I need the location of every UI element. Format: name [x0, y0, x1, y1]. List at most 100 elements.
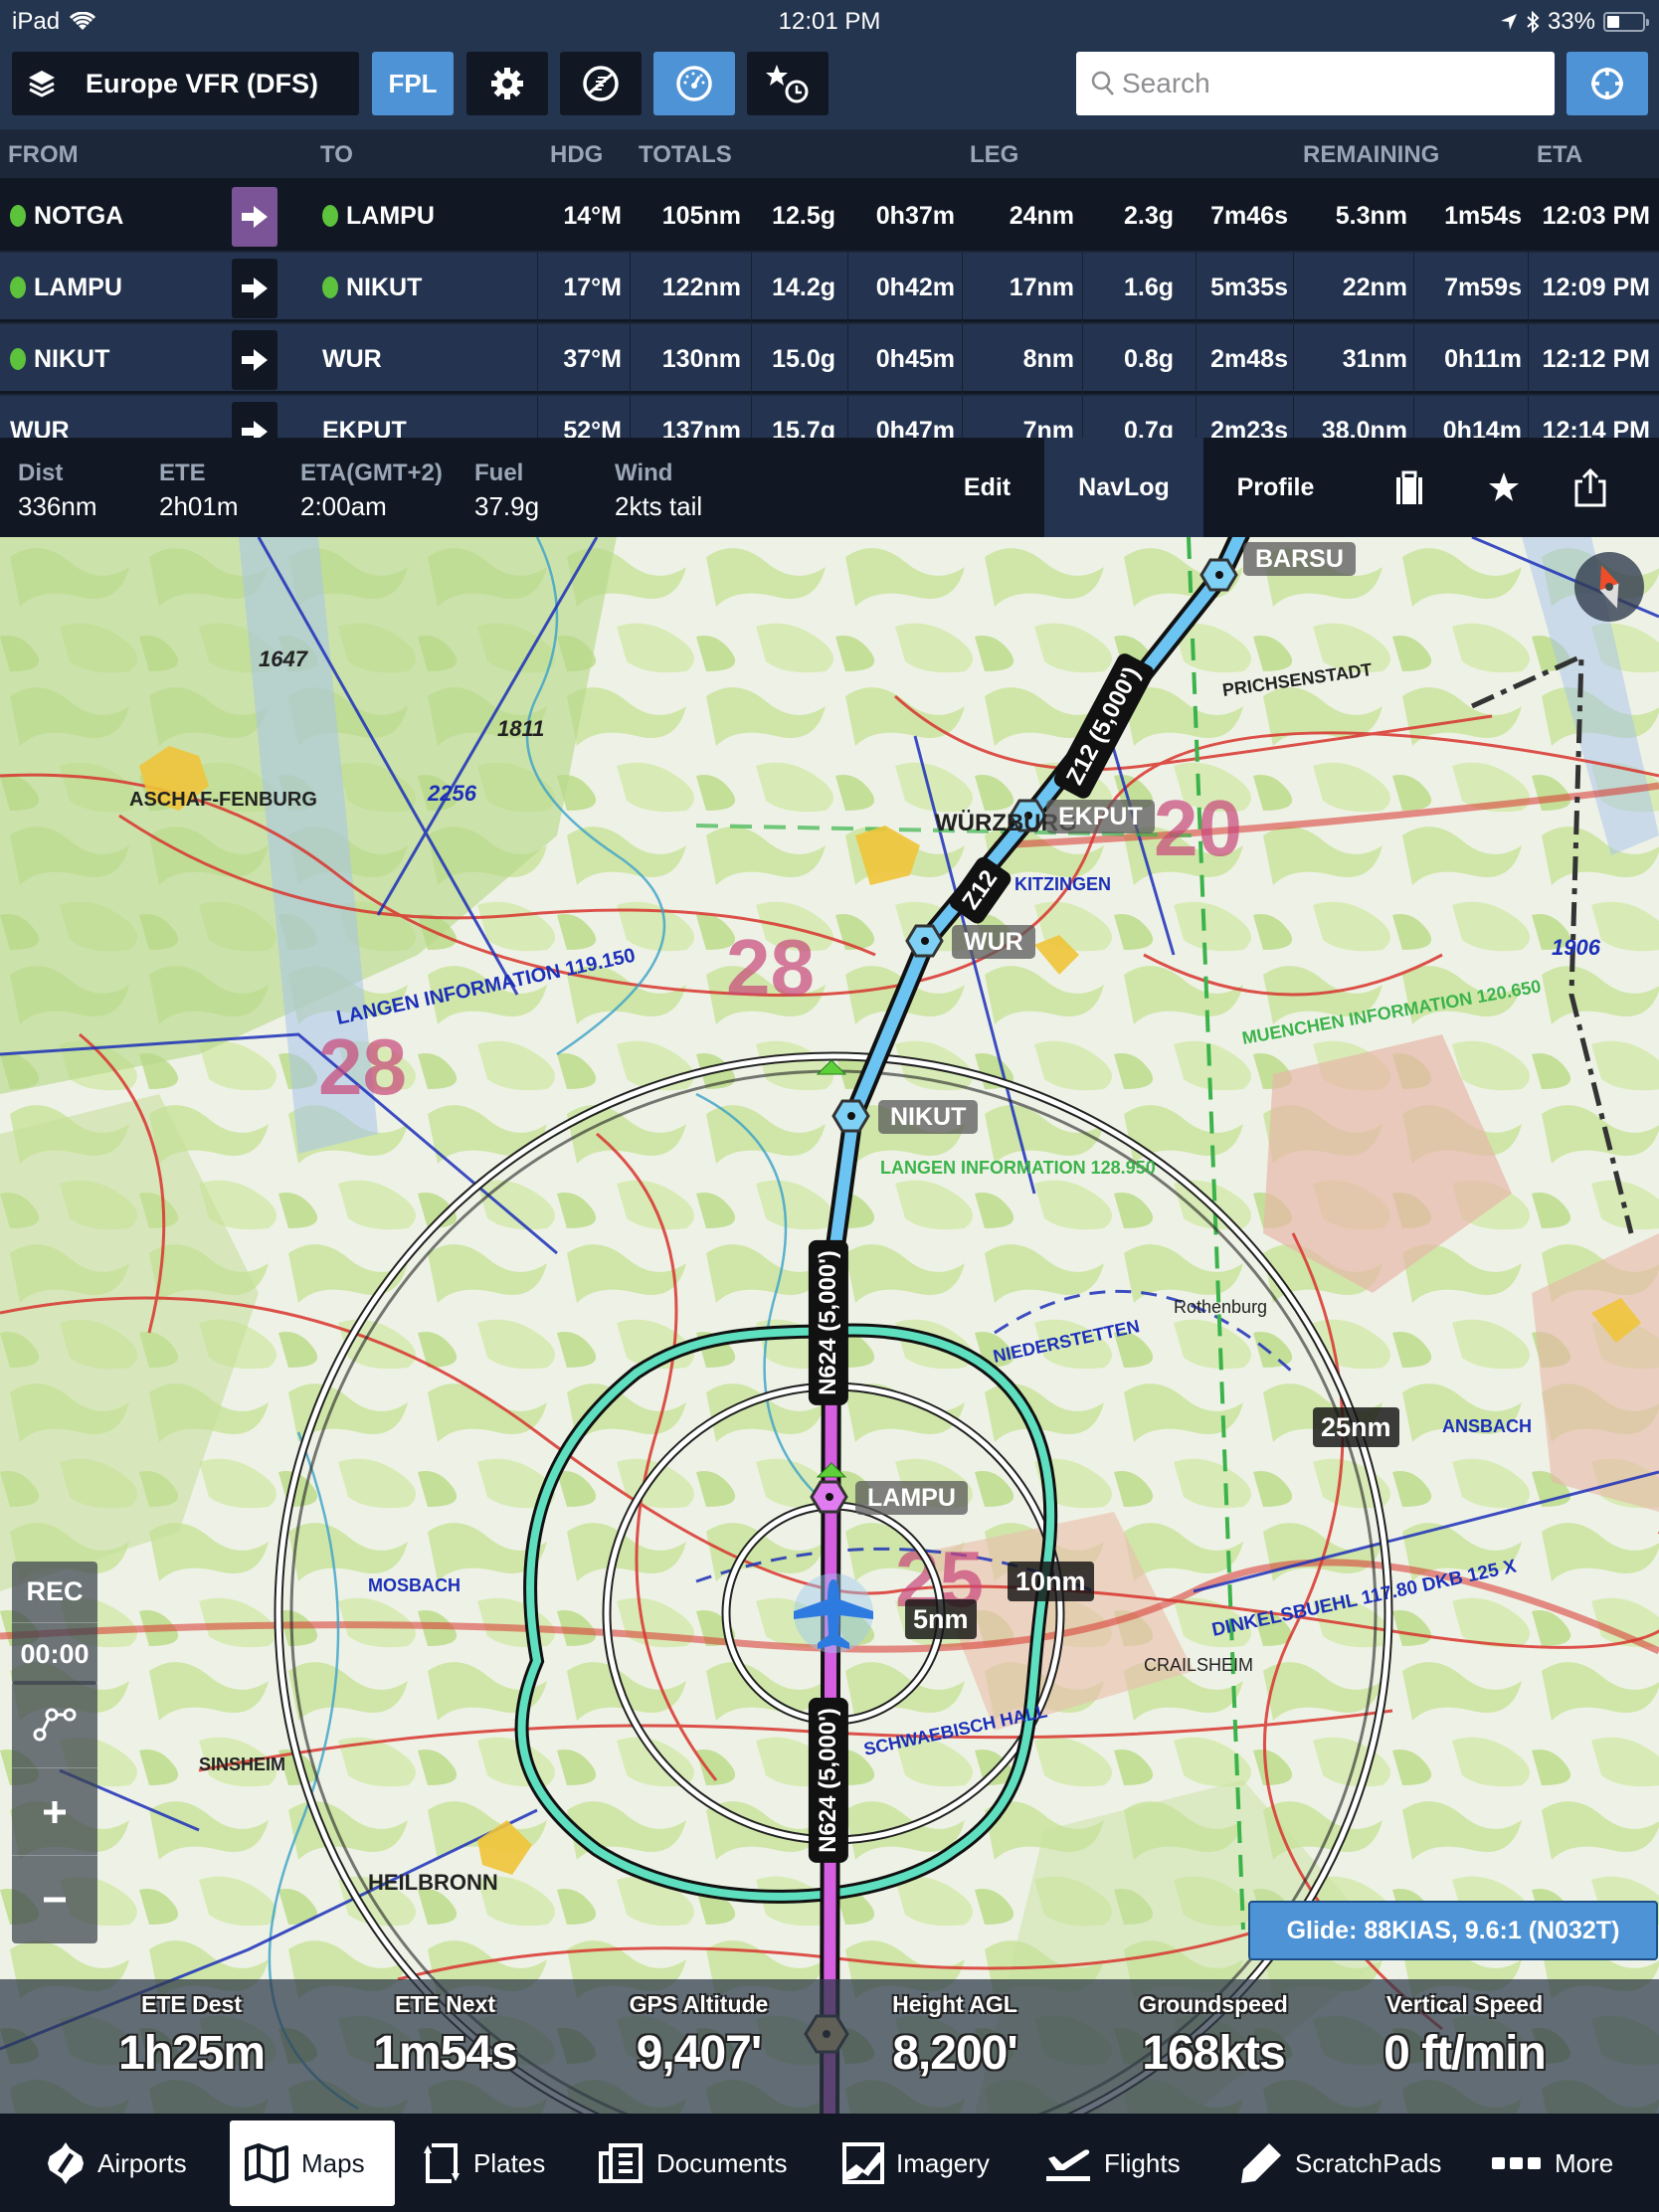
more-icon [1492, 2157, 1541, 2169]
fpl-label: FPL [388, 68, 438, 98]
search-input[interactable] [1122, 68, 1540, 99]
leg-time-cell: 2m48s [1210, 344, 1288, 373]
instrument-height-agl[interactable]: Height AGL 8,200' [835, 1991, 1074, 2081]
instruments-button[interactable] [653, 52, 735, 115]
map-layer-label: Europe VFR (DFS) [86, 68, 318, 98]
direct-to-button[interactable] [232, 330, 277, 390]
arrow-right-icon [242, 206, 268, 228]
waypoint-label-barsu: BARSU [1243, 542, 1356, 576]
leg-fuel-cell: 0.8g [1123, 344, 1174, 373]
summary-eta: ETA(GMT+2) 2:00am [300, 460, 443, 521]
battery-percent: 33% [1547, 8, 1595, 35]
flight-plan-row[interactable]: NIKUT WUR 37°M 130nm 15.0g 0h45m 8nm 0.8g 2m48s 3… [0, 324, 1659, 394]
flight-plan-row[interactable]: LAMPU NIKUT 17°M 122nm 14.2g 0h42m 17nm 1.6g 5m3… [0, 253, 1659, 322]
favorite-route-button[interactable] [1482, 465, 1526, 509]
total-fuel-cell: 15.7g [772, 416, 835, 439]
instrument-vertical-speed[interactable]: Vertical Speed 0 ft/min [1343, 1991, 1586, 2081]
tab-imagery[interactable]: Imagery [829, 2120, 1004, 2206]
chart-label-rothenburg: Rothenburg [1174, 1297, 1267, 1317]
from-cell: NIKUT [10, 324, 229, 394]
instrument-gps-altitude[interactable]: GPS Altitude 9,407' [582, 1991, 816, 2081]
flight-plan-row[interactable]: NOTGA LAMPU 14°M 105nm 12.5g 0h37m 24nm 2.3g 7m4… [0, 181, 1659, 251]
table-header: FROM TO HDG TOTALS LEG REMAINING ETA [0, 129, 1659, 181]
eta-cell: 12:03 PM [1542, 201, 1650, 230]
waypoint-lampu[interactable] [810, 1480, 848, 1514]
track-recorder-control: REC 00:00 [12, 1562, 97, 1685]
total-distance-cell: 122nm [661, 273, 741, 301]
remaining-distance-cell: 38.0nm [1321, 416, 1407, 439]
tab-more[interactable]: More [1477, 2120, 1627, 2206]
record-button[interactable]: REC [12, 1562, 97, 1623]
clock: 12:01 PM [778, 8, 881, 35]
imagery-icon [842, 2142, 884, 2184]
share-button[interactable] [1568, 465, 1612, 509]
direct-to-button[interactable] [232, 402, 277, 438]
search-field[interactable] [1076, 52, 1555, 115]
waypoint-label-nikut: NIKUT [878, 1100, 979, 1134]
instrument-ete-dest[interactable]: ETE Dest 1h25m [75, 1991, 308, 2081]
procedure-bag-button[interactable] [1387, 465, 1431, 509]
waypoint-wur[interactable] [905, 924, 944, 958]
settings-button[interactable] [466, 52, 548, 115]
total-time-cell: 0h42m [875, 273, 955, 301]
header-remaining: REMAINING [1303, 141, 1440, 168]
tab-documents[interactable]: Documents [585, 2120, 802, 2206]
edit-tab[interactable]: Edit [935, 438, 1039, 537]
from-waypoint: WUR [10, 416, 70, 439]
instrument-ete-next[interactable]: ETE Next 1m54s [328, 1991, 562, 2081]
profile-tab[interactable]: Profile [1208, 438, 1343, 537]
tab-scratchpads[interactable]: ScratchPads [1225, 2120, 1455, 2206]
tab-flights[interactable]: Flights [1030, 2120, 1195, 2206]
arrow-right-icon [242, 421, 268, 438]
waypoint-nikut[interactable] [831, 1099, 870, 1133]
airway-label-n624-lower: N624 (5,000') [808, 1698, 848, 1863]
waypoint-label-ekput: EKPUT [1046, 800, 1155, 833]
eta-cell: 12:12 PM [1542, 344, 1650, 373]
tab-maps[interactable]: Maps [230, 2120, 395, 2206]
plates-icon [424, 2143, 460, 2183]
map-layers-button[interactable]: Europe VFR (DFS) [12, 52, 359, 115]
column-divider [1293, 396, 1294, 438]
navlog-tab[interactable]: NavLog [1044, 438, 1203, 537]
status-dot-icon [322, 276, 338, 298]
briefcase-icon [1396, 470, 1422, 504]
gear-icon [491, 68, 523, 99]
tab-plates[interactable]: Plates [408, 2120, 559, 2206]
header-eta: ETA [1537, 141, 1583, 168]
tab-airports[interactable]: Airports [32, 2120, 201, 2206]
zoom-in-button[interactable] [12, 1768, 97, 1856]
instrument-groundspeed[interactable]: Groundspeed 168kts [1094, 1991, 1333, 2081]
column-divider [962, 253, 963, 322]
route-edit-button[interactable] [12, 1681, 97, 1768]
navigation-button[interactable] [560, 52, 642, 115]
direct-to-button[interactable] [232, 259, 277, 318]
direct-to-button[interactable] [232, 187, 277, 247]
leg-time-cell: 7m46s [1210, 201, 1288, 230]
column-divider [962, 396, 963, 438]
fpl-button[interactable]: FPL [372, 52, 454, 115]
glide-info-badge[interactable]: Glide: 88KIAS, 9.6:1 (N032T) [1248, 1901, 1658, 1960]
flight-plan-table: FROM TO HDG TOTALS LEG REMAINING ETA NOT… [0, 129, 1659, 438]
tab-label: Plates [473, 2147, 546, 2178]
recent-favorites-button[interactable] [747, 52, 829, 115]
to-cell: WUR [322, 324, 531, 394]
leg-fuel-cell: 2.3g [1123, 201, 1174, 230]
moving-map[interactable]: 20 28 28 25 WÜRZBURG ASCHAF-FENBURG LANG… [0, 537, 1659, 2114]
to-cell: EKPUT [322, 396, 531, 439]
chart-elevation-1647: 1647 [259, 646, 309, 671]
waypoint-barsu[interactable] [1199, 558, 1238, 592]
range-ring-label-25nm: 25nm [1313, 1407, 1399, 1447]
tab-label: ScratchPads [1295, 2147, 1442, 2178]
flight-plan-row[interactable]: WUR EKPUT 52°M 137nm 15.7g 0h47m 7nm 0.7g 2m23s 3… [0, 396, 1659, 438]
zoom-out-button[interactable] [12, 1856, 97, 1943]
leg-time-cell: 5m35s [1210, 273, 1288, 301]
leg-time-cell: 2m23s [1210, 416, 1288, 439]
to-waypoint: NIKUT [346, 273, 423, 301]
north-up-compass[interactable] [1574, 552, 1644, 622]
total-fuel-cell: 14.2g [772, 273, 835, 301]
leg-distance-cell: 7nm [1022, 416, 1074, 439]
from-cell: NOTGA [10, 181, 229, 251]
column-divider [1293, 253, 1294, 322]
arrow-right-icon [242, 277, 268, 299]
locate-button[interactable] [1567, 52, 1648, 115]
